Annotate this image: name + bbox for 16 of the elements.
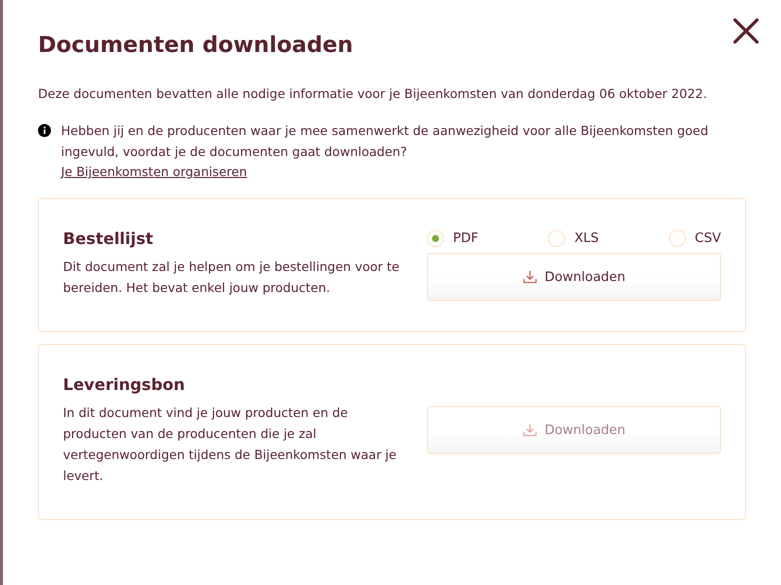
document-title: Bestellijst: [63, 228, 154, 248]
download-button[interactable]: Downloaden: [427, 253, 721, 301]
format-radio[interactable]: XLS: [548, 230, 599, 247]
close-button[interactable]: [731, 16, 761, 46]
document-title: Leveringsbon: [63, 374, 186, 394]
intro-text: Deze documenten bevatten alle nodige informatie voor je Bijeenkomsten van donderdag 06 oktober 2022.: [38, 85, 708, 103]
download-icon: [522, 270, 537, 284]
format-radio[interactable]: CSV: [668, 230, 721, 247]
dialog-title: Documenten downloaden: [38, 33, 354, 58]
document-description: Dit document zal je helpen om je bestellingen voor te bereiden. Het bevat enkel jouw producten.: [63, 258, 400, 297]
notice-text: Hebben jij en de producenten waar je mee samenwerkt de aanwezigheid voor alle Bijeenkomsten goed ingevuld, voordat je de documenten gaat downloaden?: [61, 122, 710, 161]
download-icon: [522, 423, 537, 437]
format-radio[interactable]: PDF: [427, 230, 478, 247]
document-description: In dit document vind je jouw producten en de producten van de producenten die je zal vertegenwoordigen tijdens de Bijeenkomsten waar je levert.: [63, 404, 398, 484]
organize-link[interactable]: Je Bijeenkomsten organiseren: [61, 162, 248, 182]
info-icon: [38, 124, 51, 137]
